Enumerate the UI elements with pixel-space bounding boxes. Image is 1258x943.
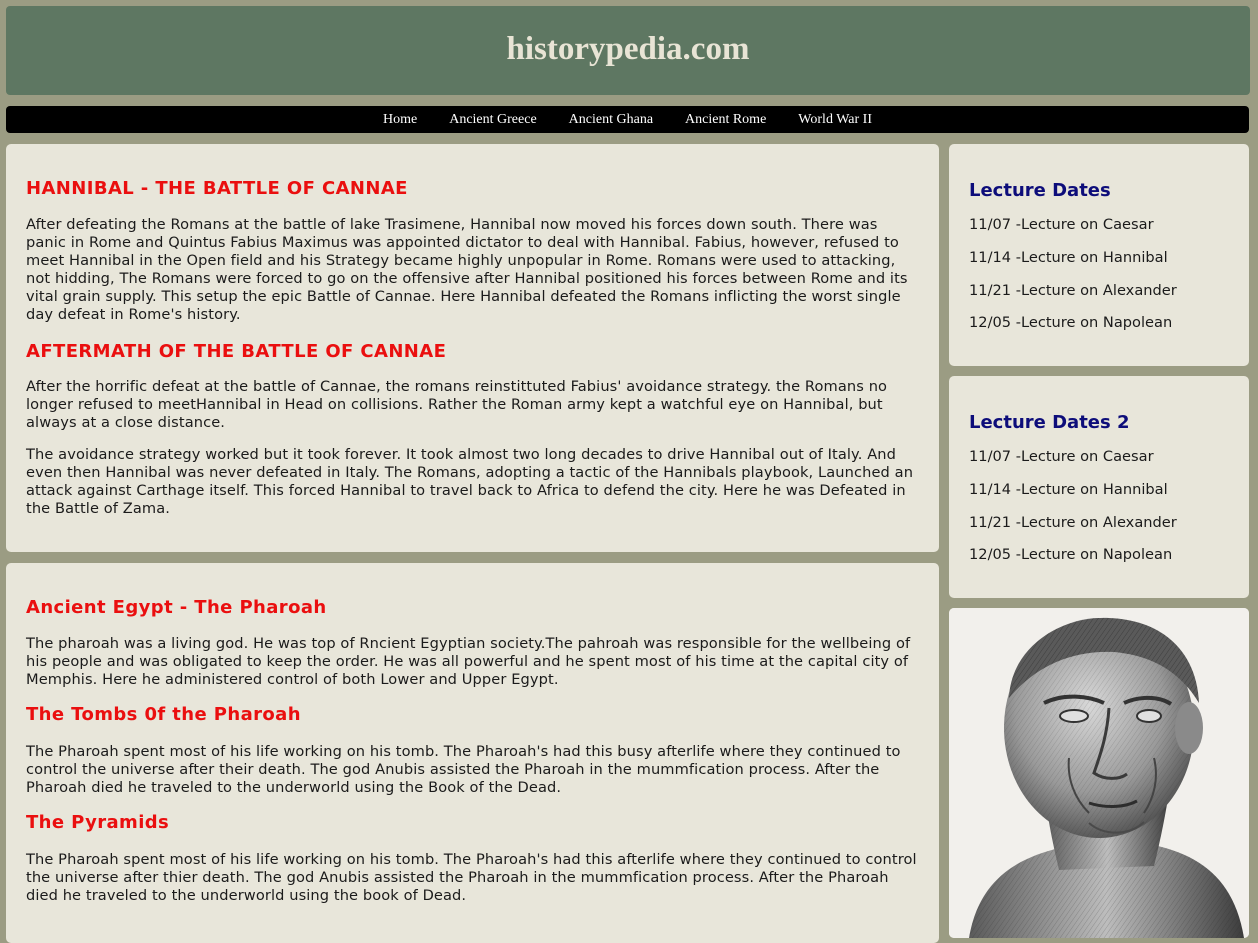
nav-world-war-ii[interactable]: World War II	[798, 112, 872, 128]
article-paragraph: The Pharoah spent most of his life worki…	[26, 851, 917, 904]
article-paragraph: The Pharoah spent most of his life worki…	[26, 743, 901, 796]
article-paragraph: The pharoah was a living god. He was top…	[26, 635, 911, 688]
article-paragraph: After the horrific defeat at the battle …	[26, 378, 888, 431]
article-heading: The Tombs 0f the Pharoah	[26, 704, 301, 725]
lecture-item: 12/05 -Lecture on Napolean	[969, 546, 1173, 563]
lecture-item: 11/14 -Lecture on Hannibal	[969, 481, 1168, 498]
lecture-item: 11/07 -Lecture on Caesar	[969, 216, 1154, 233]
main-nav: Home Ancient Greece Ancient Ghana Ancien…	[6, 106, 1249, 133]
article-heading: AFTERMATH OF THE BATTLE OF CANNAE	[26, 341, 447, 362]
lecture-item: 12/05 -Lecture on Napolean	[969, 314, 1173, 331]
lecture-item: 11/21 -Lecture on Alexander	[969, 514, 1177, 531]
hannibal-article: HANNIBAL - THE BATTLE OF CANNAE After de…	[6, 144, 939, 552]
lecture-dates-title: Lecture Dates	[969, 180, 1111, 201]
caesar-bust-image	[949, 608, 1249, 938]
article-heading: Ancient Egypt - The Pharoah	[26, 597, 327, 618]
lecture-dates-2-title: Lecture Dates 2	[969, 412, 1130, 433]
nav-ancient-greece[interactable]: Ancient Greece	[449, 112, 536, 128]
egypt-article: Ancient Egypt - The Pharoah The pharoah …	[6, 563, 939, 943]
article-heading: HANNIBAL - THE BATTLE OF CANNAE	[26, 178, 408, 199]
nav-home[interactable]: Home	[383, 112, 417, 128]
site-header: historypedia.com	[6, 6, 1250, 95]
lecture-item: 11/07 -Lecture on Caesar	[969, 448, 1154, 465]
lecture-dates-panel: Lecture Dates 11/07 -Lecture on Caesar 1…	[949, 144, 1249, 366]
lecture-item: 11/21 -Lecture on Alexander	[969, 282, 1177, 299]
lecture-item: 11/14 -Lecture on Hannibal	[969, 249, 1168, 266]
bust-illustration	[949, 608, 1249, 938]
nav-ancient-ghana[interactable]: Ancient Ghana	[569, 112, 653, 128]
article-heading: The Pyramids	[26, 812, 170, 833]
site-title: historypedia.com	[506, 31, 750, 67]
nav-ancient-rome[interactable]: Ancient Rome	[685, 112, 766, 128]
lecture-dates-2-panel: Lecture Dates 2 11/07 -Lecture on Caesar…	[949, 376, 1249, 598]
article-paragraph: After defeating the Romans at the battle…	[26, 216, 908, 323]
article-paragraph: The avoidance strategy worked but it too…	[26, 446, 914, 517]
